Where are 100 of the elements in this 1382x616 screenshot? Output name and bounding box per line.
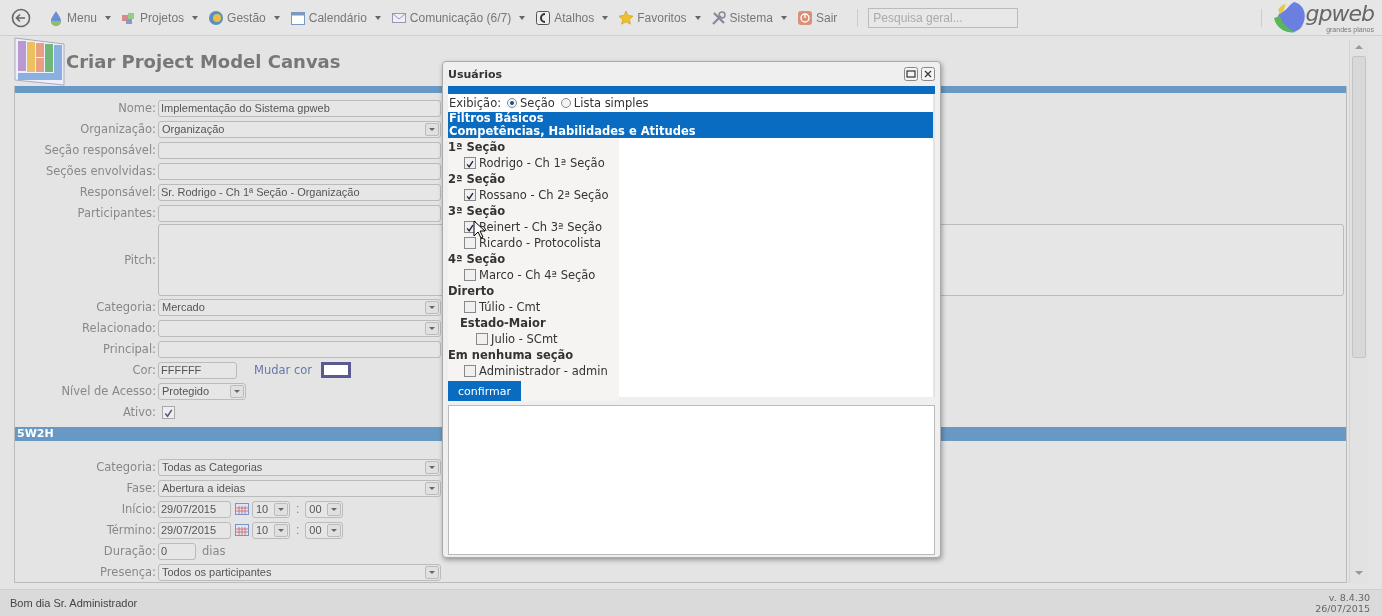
field-label: Início:: [120, 501, 156, 518]
maximize-icon[interactable]: [904, 67, 918, 81]
caret-icon: [519, 15, 526, 20]
field-label: Duração:: [102, 543, 156, 560]
time-separator: :: [296, 502, 300, 516]
display-label: Exibição:: [449, 96, 502, 110]
select-field[interactable]: Abertura a ideias: [158, 479, 441, 497]
checkbox[interactable]: [464, 301, 476, 313]
hour-select[interactable]: 10: [252, 521, 290, 539]
field-label: Participantes:: [76, 205, 156, 222]
radio-option[interactable]: Lista simples: [560, 96, 649, 110]
caret-icon: [105, 15, 112, 20]
text-field[interactable]: [158, 204, 441, 222]
field-label: Categoria:: [95, 459, 156, 476]
checkbox[interactable]: [162, 405, 175, 419]
greeting-text: Bom dia Sr. Administrador: [10, 597, 138, 609]
field-label: Categoria:: [95, 299, 156, 316]
hour-select[interactable]: 10: [252, 500, 290, 518]
tools-icon: [710, 9, 727, 26]
calendar-icon[interactable]: [235, 524, 249, 536]
menu-item[interactable]: Gestão: [208, 9, 280, 26]
group-name: 4ª Seção: [448, 252, 506, 266]
text-field[interactable]: [158, 340, 441, 358]
minute-select[interactable]: 00: [305, 500, 344, 518]
user-name: Julio - SCmt: [491, 331, 558, 347]
dropdown-icon: [425, 481, 439, 495]
checkbox[interactable]: [464, 269, 476, 281]
filter-header[interactable]: Filtros Básicos: [448, 112, 933, 125]
color-field[interactable]: FFFFFF: [158, 361, 237, 379]
filter-header[interactable]: Competências, Habilidades e Atitudes: [448, 125, 933, 138]
menu-item[interactable]: Calendário: [289, 9, 381, 26]
menu-item[interactable]: Menu: [48, 9, 112, 26]
menu-item[interactable]: Sistema: [710, 9, 787, 26]
field-label: Principal:: [102, 341, 156, 358]
confirm-button[interactable]: confirmar: [448, 381, 521, 401]
dropdown-icon: [425, 300, 439, 314]
menu-item[interactable]: Atalhos: [535, 9, 609, 26]
select-field[interactable]: Protegido: [158, 382, 246, 400]
select-field[interactable]: Todos os participantes: [158, 563, 441, 581]
drop-icon: [48, 9, 64, 26]
date-text: 26/07/2015: [1315, 603, 1370, 614]
radio-option[interactable]: Seção: [507, 96, 555, 110]
group-name: 3ª Seção: [448, 204, 506, 218]
select-field[interactable]: Mercado: [158, 298, 441, 316]
menu-item[interactable]: Comunicação (6/7): [390, 9, 526, 26]
text-field[interactable]: [158, 162, 441, 180]
field-label: Responsável:: [78, 184, 156, 201]
date-field[interactable]: 29/07/2015: [158, 500, 231, 518]
user-name: Rossano - Ch 2ª Seção: [479, 187, 609, 203]
dropdown-icon: [274, 502, 288, 516]
unit-label: dias: [202, 544, 226, 558]
select-field[interactable]: [158, 319, 441, 337]
group-name: Em nenhuma seção: [448, 348, 574, 362]
search-field[interactable]: Pesquisa geral...: [868, 7, 1019, 28]
dropdown-icon: [327, 502, 342, 516]
dropdown-icon: [274, 523, 288, 537]
color-swatch[interactable]: [321, 362, 352, 378]
field-label: Seção responsável:: [43, 142, 156, 159]
duration-field[interactable]: 0: [158, 542, 196, 560]
shortcut-icon: [535, 9, 552, 26]
group-name: 2ª Seção: [448, 172, 506, 186]
power-icon: [796, 9, 813, 26]
dialog-title: Usuários: [448, 67, 503, 81]
menu-item[interactable]: Projetos: [121, 9, 199, 26]
caret-icon: [374, 15, 381, 20]
field-label: Pitch:: [123, 252, 156, 269]
canvas-icon: [14, 36, 66, 86]
field-label: Relacionado:: [81, 320, 156, 337]
dropdown-icon: [425, 565, 439, 579]
dropdown-icon: [425, 122, 439, 136]
field-label: Fase:: [125, 480, 156, 497]
close-icon[interactable]: [921, 67, 935, 81]
field-label: Ativo:: [121, 404, 156, 421]
checkbox[interactable]: [476, 333, 488, 345]
checkbox[interactable]: [464, 189, 476, 201]
caret-icon: [602, 15, 609, 20]
change-color-link[interactable]: Mudar cor: [254, 363, 313, 377]
text-field[interactable]: Sr. Rodrigo - Ch 1ª Seção - Organização: [158, 183, 441, 201]
star-icon: [618, 9, 635, 26]
user-name: Administrador - admin: [479, 363, 608, 379]
select-field[interactable]: Todas as Categorias: [158, 458, 441, 476]
calendar-icon[interactable]: [235, 503, 249, 515]
field-label: Cor:: [131, 362, 156, 379]
checkbox[interactable]: [464, 237, 476, 249]
text-field[interactable]: Implementação do Sistema gpweb: [158, 99, 441, 117]
field-label: Presença:: [99, 564, 156, 581]
checkbox[interactable]: [464, 365, 476, 377]
menu-item[interactable]: Favoritos: [618, 9, 701, 26]
select-field[interactable]: Organização: [158, 120, 441, 138]
group-name: Estado-Maior: [460, 316, 546, 330]
dropdown-icon: [425, 460, 439, 474]
calendar-icon: [289, 9, 306, 26]
checkbox[interactable]: [464, 157, 476, 169]
date-field[interactable]: 29/07/2015: [158, 521, 231, 539]
text-field[interactable]: [158, 141, 441, 159]
menu-item[interactable]: Sair: [796, 9, 838, 26]
dropdown-icon: [327, 523, 342, 537]
back-icon[interactable]: [11, 7, 31, 28]
minute-select[interactable]: 00: [305, 521, 344, 539]
circle-icon: [208, 9, 225, 26]
